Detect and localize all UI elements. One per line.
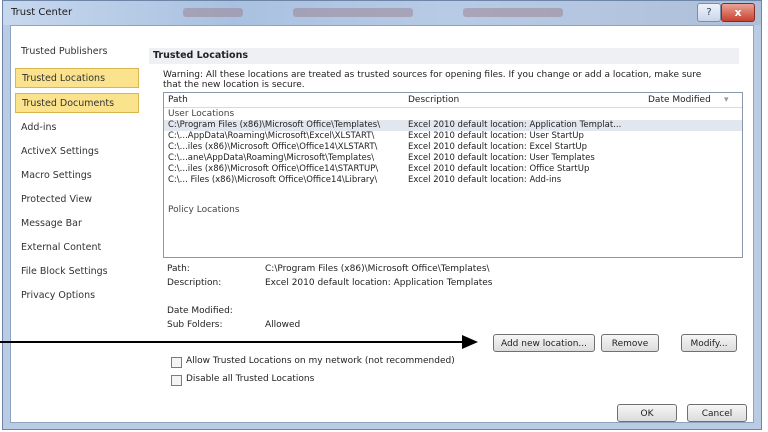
dialog-body: Trusted Publishers Trusted Locations Tru… [10, 25, 754, 423]
group-label-policy-locations: Policy Locations [168, 205, 240, 215]
sidebar-item-add-ins[interactable]: Add-ins [15, 118, 139, 138]
blurred-title-decoration [293, 8, 413, 17]
annotation-arrow-line [0, 341, 466, 343]
detail-date-label: Date Modified: [167, 306, 233, 316]
list-header: Path Description Date Modified ▾ [164, 93, 742, 108]
table-row[interactable]: C:\...ane\AppData\Roaming\Microsoft\Temp… [164, 153, 742, 164]
warning-text: Warning: All these locations are treated… [163, 70, 741, 90]
row-description: Excel 2010 default location: User StartU… [408, 131, 584, 141]
allow-network-label: Allow Trusted Locations on my network (n… [186, 356, 455, 366]
blurred-title-decoration [183, 8, 243, 17]
row-path: C:\...iles (x86)\Microsoft Office\Office… [168, 142, 378, 152]
sidebar-item-message-bar[interactable]: Message Bar [15, 214, 139, 234]
table-row[interactable]: C:\...iles (x86)\Microsoft Office\Office… [164, 142, 742, 153]
trust-center-window: Trust Center ? x Trusted Publishers Trus… [2, 0, 762, 430]
sidebar-item-trusted-publishers[interactable]: Trusted Publishers [15, 42, 139, 62]
close-button[interactable]: x [721, 3, 755, 22]
sidebar-item-privacy-options[interactable]: Privacy Options [15, 286, 139, 306]
trusted-locations-panel: Trusted Locations Warning: All these loc… [149, 48, 747, 396]
row-path: C:\Program Files (x86)\Microsoft Office\… [168, 120, 381, 130]
row-path: C:\...iles (x86)\Microsoft Office\Office… [168, 164, 379, 174]
sort-arrow-icon: ▾ [724, 95, 729, 105]
section-title: Trusted Locations [149, 48, 739, 64]
group-label-user-locations: User Locations [168, 109, 235, 119]
column-header-date-modified[interactable]: Date Modified [648, 93, 711, 107]
sidebar-item-trusted-documents[interactable]: Trusted Documents [15, 93, 139, 113]
trusted-locations-list[interactable]: Path Description Date Modified ▾ User Lo… [163, 92, 743, 258]
warning-line-1: Warning: All these locations are treated… [163, 70, 702, 80]
cancel-button[interactable]: Cancel [687, 404, 747, 422]
blurred-title-decoration [463, 8, 563, 17]
detail-description-value: Excel 2010 default location: Application… [265, 278, 493, 288]
row-description: Excel 2010 default location: Application… [408, 120, 622, 130]
disable-all-label: Disable all Trusted Locations [186, 374, 315, 384]
detail-path-value: C:\Program Files (x86)\Microsoft Office\… [265, 264, 490, 274]
ok-button[interactable]: OK [617, 404, 677, 422]
row-path: C:\...AppData\Roaming\Microsoft\Excel\XL… [168, 131, 375, 141]
column-header-path[interactable]: Path [168, 93, 188, 107]
sidebar-item-file-block-settings[interactable]: File Block Settings [15, 262, 139, 282]
row-path: C:\...ane\AppData\Roaming\Microsoft\Temp… [168, 153, 375, 163]
allow-network-checkbox[interactable] [171, 357, 182, 368]
sidebar-item-protected-view[interactable]: Protected View [15, 190, 139, 210]
detail-path-label: Path: [167, 264, 190, 274]
title-bar[interactable]: Trust Center ? x [3, 1, 761, 25]
help-button[interactable]: ? [697, 3, 721, 22]
warning-line-2: that the new location is secure. [163, 80, 305, 90]
row-description: Excel 2010 default location: Excel Start… [408, 142, 588, 152]
table-row[interactable]: C:\...AppData\Roaming\Microsoft\Excel\XL… [164, 131, 742, 142]
modify-button[interactable]: Modify... [681, 334, 737, 352]
detail-description-label: Description: [167, 278, 222, 288]
column-header-description[interactable]: Description [408, 93, 459, 107]
window-title: Trust Center [11, 7, 73, 18]
table-row[interactable]: C:\...iles (x86)\Microsoft Office\Office… [164, 164, 742, 175]
row-description: Excel 2010 default location: Add-ins [408, 175, 562, 185]
detail-subfolders-label: Sub Folders: [167, 320, 223, 330]
detail-subfolders-value: Allowed [265, 320, 301, 330]
sidebar-item-trusted-locations[interactable]: Trusted Locations [15, 68, 139, 88]
annotation-arrow-head-icon [462, 335, 478, 349]
sidebar-nav: Trusted Publishers Trusted Locations Tru… [11, 26, 143, 406]
sidebar-item-external-content[interactable]: External Content [15, 238, 139, 258]
sidebar-item-activex-settings[interactable]: ActiveX Settings [15, 142, 139, 162]
row-description: Excel 2010 default location: User Templa… [408, 153, 595, 163]
row-path: C:\... Files (x86)\Microsoft Office\Offi… [168, 175, 378, 185]
sidebar-item-macro-settings[interactable]: Macro Settings [15, 166, 139, 186]
add-new-location-button[interactable]: Add new location... [493, 334, 595, 352]
table-row[interactable]: C:\... Files (x86)\Microsoft Office\Offi… [164, 175, 742, 186]
disable-all-checkbox[interactable] [171, 375, 182, 386]
table-row[interactable]: C:\Program Files (x86)\Microsoft Office\… [164, 120, 742, 131]
row-description: Excel 2010 default location: Office Star… [408, 164, 590, 174]
remove-button[interactable]: Remove [601, 334, 659, 352]
